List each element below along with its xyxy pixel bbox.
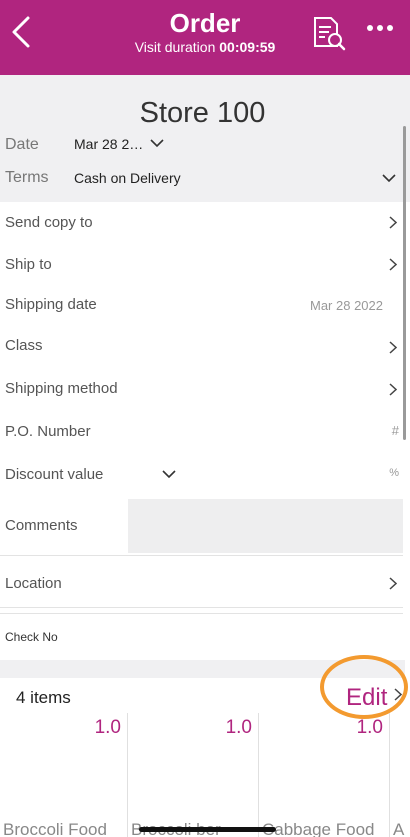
item-quantity: 1.0 [94, 717, 121, 738]
visit-duration-label: Visit duration [134, 39, 216, 55]
check-no-label: Check No [5, 630, 58, 644]
date-value[interactable]: Mar 28 2… [74, 136, 143, 152]
discount-label: Discount value [5, 466, 104, 483]
ship-to-row[interactable]: Ship to [0, 243, 403, 285]
chevron-down-icon [150, 139, 164, 148]
item-name: Cabbage Food [262, 820, 375, 837]
more-button[interactable] [366, 18, 394, 38]
shipping-date-row[interactable]: Shipping date Mar 28 2022 [0, 284, 403, 326]
order-summary: Store 100 Date Mar 28 2… Terms Cash on D… [0, 75, 410, 202]
ship-to-label: Ship to [5, 256, 52, 273]
shipping-date-value: Mar 28 2022 [310, 298, 383, 313]
comments-label: Comments [5, 517, 78, 534]
discount-dropdown[interactable] [162, 466, 176, 484]
po-number-hint: # [391, 423, 399, 438]
page-title: Order [169, 8, 241, 38]
chevron-right-icon [389, 577, 398, 595]
visit-duration: Visit duration 00:09:59 [0, 39, 410, 55]
items-count: 4 items [16, 688, 71, 707]
discount-row[interactable]: Discount value % [0, 452, 403, 498]
item-quantity: 1.0 [356, 717, 383, 738]
discount-hint: % [389, 467, 399, 479]
item-card[interactable]: 1.0 Broccoli ber [128, 713, 259, 837]
terms-dropdown[interactable] [382, 170, 396, 188]
item-card[interactable]: 1.0 Broccoli Food [0, 713, 128, 837]
date-label: Date [5, 136, 39, 153]
chevron-down-icon [382, 174, 396, 183]
check-no-row[interactable]: Check No [0, 613, 403, 662]
po-number-row[interactable]: P.O. Number # [0, 409, 403, 453]
chevron-right-icon [389, 216, 398, 234]
location-row[interactable]: Location [0, 563, 403, 608]
location-label: Location [5, 575, 62, 592]
item-quantity: 1.0 [225, 717, 252, 738]
top-bar: Order Visit duration 00:09:59 [0, 0, 410, 75]
store-name: Store 100 [139, 97, 266, 129]
item-card[interactable]: A [390, 713, 410, 837]
shipping-date-label: Shipping date [5, 296, 97, 313]
po-number-label: P.O. Number [5, 423, 91, 440]
edit-button[interactable]: Edit [346, 684, 387, 712]
chevron-right-icon [389, 258, 398, 276]
chevron-right-icon [394, 688, 403, 706]
terms-label: Terms [5, 169, 49, 186]
terms-value[interactable]: Cash on Delivery [74, 170, 181, 186]
document-search-button[interactable] [311, 16, 347, 52]
shipping-method-row[interactable]: Shipping method [0, 367, 403, 410]
item-name: Broccoli Food [3, 820, 107, 837]
scrollbar[interactable] [403, 126, 406, 440]
class-label: Class [5, 337, 43, 354]
class-row[interactable]: Class [0, 325, 403, 368]
chevron-right-icon [389, 341, 398, 359]
send-copy-row[interactable]: Send copy to [0, 202, 403, 244]
send-copy-label: Send copy to [5, 214, 93, 231]
chevron-right-icon [389, 383, 398, 401]
item-cards: 1.0 Broccoli Food 1.0 Broccoli ber 1.0 C… [0, 713, 410, 837]
visit-duration-value: 00:09:59 [219, 39, 276, 55]
chevron-down-icon [162, 470, 176, 479]
more-icon [367, 25, 393, 31]
document-search-icon [314, 17, 346, 51]
comments-input[interactable] [128, 499, 403, 553]
item-card[interactable]: 1.0 Cabbage Food [259, 713, 390, 837]
shipping-method-label: Shipping method [5, 380, 118, 397]
home-indicator [139, 827, 276, 832]
date-dropdown[interactable] [150, 135, 164, 153]
item-name: A [393, 820, 405, 837]
